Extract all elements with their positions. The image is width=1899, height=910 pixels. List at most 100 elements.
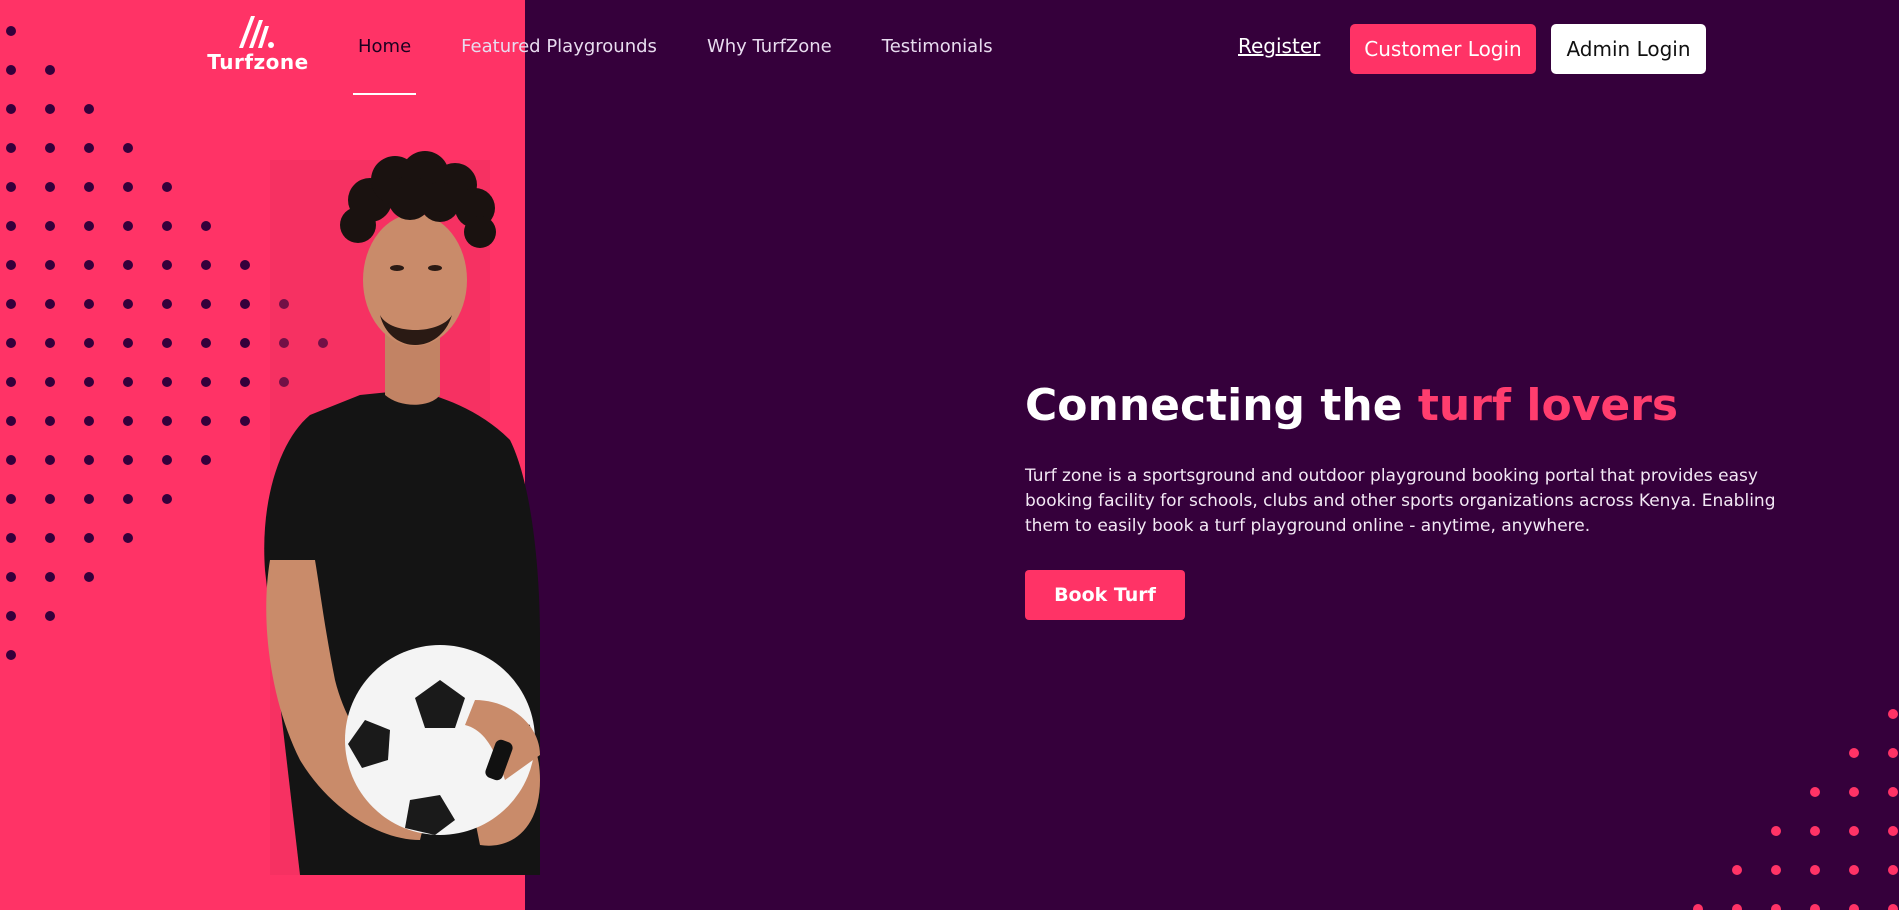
main-nav: Home Featured Playgrounds Why TurfZone T… — [352, 36, 1043, 95]
decor-dot — [45, 416, 55, 426]
decor-dot — [6, 338, 16, 348]
decor-dot — [45, 338, 55, 348]
decor-dot — [6, 494, 16, 504]
decor-dot — [84, 416, 94, 426]
decor-dot — [1888, 787, 1898, 797]
decor-dot — [6, 611, 16, 621]
decor-dot — [162, 377, 172, 387]
decor-dot — [45, 104, 55, 114]
decor-dot — [123, 494, 133, 504]
slash-stripes-logo-icon — [239, 16, 274, 48]
decor-dot — [1771, 865, 1781, 875]
decor-dot — [45, 182, 55, 192]
decor-dot — [1771, 826, 1781, 836]
hero-description: Turf zone is a sportsground and outdoor … — [1025, 466, 1776, 536]
decor-dot — [123, 299, 133, 309]
decor-dot — [1849, 748, 1859, 758]
decor-dot — [201, 377, 211, 387]
decor-dot — [162, 455, 172, 465]
decor-dot — [45, 377, 55, 387]
decor-dot — [6, 377, 16, 387]
decor-dot — [6, 26, 16, 36]
decor-dot — [45, 494, 55, 504]
decor-dot — [162, 182, 172, 192]
decor-dot — [84, 533, 94, 543]
decor-dot — [1849, 787, 1859, 797]
decor-dot — [84, 182, 94, 192]
nav-item-testimonials[interactable]: Testimonials — [882, 36, 993, 57]
decor-dot — [123, 260, 133, 270]
decor-dot — [201, 221, 211, 231]
decor-dot — [45, 572, 55, 582]
decor-dot — [45, 533, 55, 543]
decor-dot — [6, 65, 16, 75]
decor-dot — [45, 260, 55, 270]
decor-dot — [84, 143, 94, 153]
decor-dot — [1888, 826, 1898, 836]
brand-name: Turfzone — [207, 50, 309, 74]
decor-dot — [45, 143, 55, 153]
decor-dot — [1810, 826, 1820, 836]
decor-dot — [6, 182, 16, 192]
decor-dot — [1888, 865, 1898, 875]
decor-dot — [84, 221, 94, 231]
decor-dot — [162, 299, 172, 309]
nav-item-why-turfzone[interactable]: Why TurfZone — [707, 36, 832, 57]
decor-dot — [123, 221, 133, 231]
decor-dot — [201, 338, 211, 348]
decor-dot — [1693, 904, 1703, 910]
hero-title-prefix: Connecting the — [1025, 380, 1418, 431]
hero-player-image — [264, 151, 540, 875]
register-link[interactable]: Register — [1238, 34, 1320, 58]
dot-pattern-right — [1693, 709, 1898, 910]
decor-dot — [84, 299, 94, 309]
decor-dot — [1888, 748, 1898, 758]
decor-dot — [6, 416, 16, 426]
decor-dot — [201, 299, 211, 309]
decor-dot — [84, 494, 94, 504]
decor-dot — [1849, 904, 1859, 910]
decor-dot — [84, 455, 94, 465]
decor-dot — [1732, 904, 1742, 910]
decor-dot — [84, 572, 94, 582]
decor-dot — [123, 143, 133, 153]
decor-dot — [6, 455, 16, 465]
decor-dot — [162, 260, 172, 270]
decor-dot — [84, 338, 94, 348]
hero-title: Connecting the turf lovers — [1025, 380, 1678, 431]
decor-dot — [1810, 787, 1820, 797]
decor-dot — [162, 338, 172, 348]
nav-item-home[interactable]: Home — [352, 36, 417, 95]
decor-dot — [1849, 865, 1859, 875]
decor-dot — [201, 416, 211, 426]
decor-dot — [6, 650, 16, 660]
decor-dot — [1771, 904, 1781, 910]
decor-dot — [201, 455, 211, 465]
decor-dot — [201, 260, 211, 270]
decor-dot — [45, 221, 55, 231]
admin-login-button[interactable]: Admin Login — [1551, 24, 1706, 74]
decor-dot — [84, 260, 94, 270]
decor-dot — [45, 611, 55, 621]
decor-dot — [84, 104, 94, 114]
decor-dot — [162, 494, 172, 504]
decor-dot — [123, 455, 133, 465]
decor-dot — [6, 143, 16, 153]
decor-dot — [6, 260, 16, 270]
decor-dot — [123, 377, 133, 387]
decor-dot — [123, 533, 133, 543]
decor-dot — [123, 338, 133, 348]
brand-logo[interactable]: Turfzone — [203, 16, 313, 84]
nav-item-featured-playgrounds[interactable]: Featured Playgrounds — [461, 36, 657, 57]
customer-login-button[interactable]: Customer Login — [1350, 24, 1536, 74]
landing-page: Turfzone Home Featured Playgrounds Why T… — [0, 0, 1899, 910]
decor-dot — [1888, 709, 1898, 719]
book-turf-button[interactable]: Book Turf — [1025, 570, 1185, 620]
decor-dot — [123, 182, 133, 192]
decor-dot — [1732, 865, 1742, 875]
decor-dot — [6, 533, 16, 543]
decor-dot — [6, 104, 16, 114]
decor-dot — [45, 65, 55, 75]
decor-dot — [45, 299, 55, 309]
decor-dot — [84, 377, 94, 387]
